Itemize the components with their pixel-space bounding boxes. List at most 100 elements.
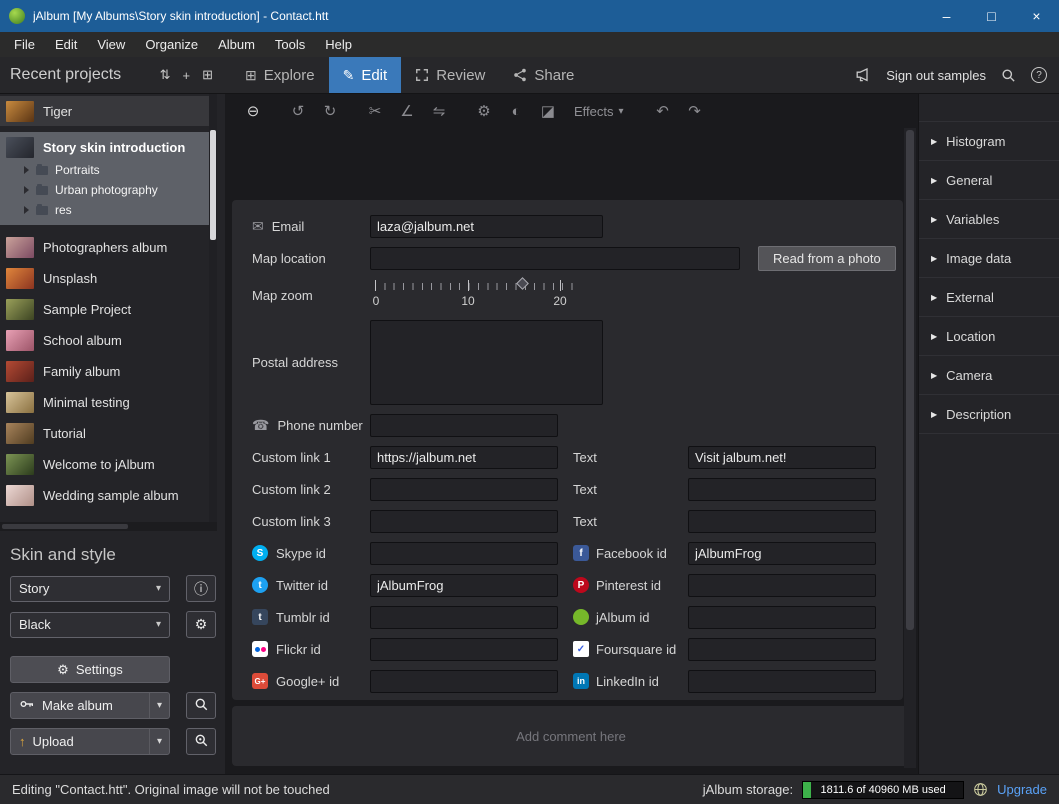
googleplus-input[interactable] [370,670,558,693]
upload-dropdown-caret[interactable] [149,729,169,754]
panel-image-data[interactable]: ▶ Image data [919,239,1059,278]
jalbum-input[interactable] [688,606,876,629]
folder-item-urban-photography[interactable]: Urban photography [0,180,217,200]
rotate-left-icon[interactable]: ↺ [282,102,314,120]
menu-view[interactable]: View [87,34,135,55]
custom-link-1-url-input[interactable] [370,446,558,469]
announcements-icon[interactable] [855,67,871,83]
settings-button[interactable]: ⚙ Settings [10,656,170,683]
scrollbar-thumb[interactable] [906,130,914,630]
globe-icon[interactable] [973,782,988,797]
phone-input[interactable] [370,414,558,437]
minimize-button[interactable]: – [924,0,969,32]
map-location-input[interactable] [370,247,740,270]
project-item-story-skin-introduction[interactable]: Story skin introduction [0,134,217,160]
redo-icon[interactable]: ↷ [679,102,711,120]
project-item-school-album[interactable]: School album [0,325,217,356]
skin-select[interactable]: Story [10,576,170,602]
panel-variables[interactable]: ▶ Variables [919,200,1059,239]
preview-button[interactable] [186,692,216,719]
tab-explore[interactable]: ⊞ Explore [231,57,329,93]
main-scrollbar[interactable] [904,128,916,768]
add-project-icon[interactable]: + [183,68,191,83]
upload-button[interactable]: ↑ Upload [10,728,170,755]
live-preview-button[interactable] [186,728,216,755]
auto-adjust-icon[interactable]: ⚙ [468,102,500,120]
upgrade-link[interactable]: Upgrade [997,782,1047,797]
map-zoom-slider[interactable]: 0 10 20 [370,278,600,312]
skype-input[interactable] [370,542,558,565]
close-button[interactable]: × [1014,0,1059,32]
project-item-family-album[interactable]: Family album [0,356,217,387]
project-item-photographers-album[interactable]: Photographers album [0,232,217,263]
effects-dropdown[interactable]: Effects [574,104,624,119]
folder-item-portraits[interactable]: Portraits [0,160,217,180]
crop-icon[interactable]: ✂ [359,102,391,120]
linkedin-input[interactable] [688,670,876,693]
facebook-input[interactable] [688,542,876,565]
scrollbar-thumb[interactable] [210,130,216,240]
zoom-out-icon[interactable]: ⊖ [237,102,269,120]
panel-description[interactable]: ▶ Description [919,395,1059,434]
project-item-tiger[interactable]: Tiger [0,96,217,126]
grid-view-icon[interactable]: ⊞ [202,67,213,83]
panel-general[interactable]: ▶ General [919,161,1059,200]
project-item-sample-project[interactable]: Sample Project [0,294,217,325]
make-album-button[interactable]: Make album [10,692,170,719]
folder-item-res[interactable]: res [0,200,217,220]
rotate-right-icon[interactable]: ↻ [314,102,346,120]
project-item-wedding-sample-album[interactable]: Wedding sample album [0,480,217,511]
custom-link-3-text-input[interactable] [688,510,876,533]
expander-icon[interactable] [24,186,29,194]
expander-icon[interactable] [24,166,29,174]
project-list-horizontal-scrollbar[interactable] [0,522,217,531]
menu-tools[interactable]: Tools [265,34,315,55]
sign-out-button[interactable]: Sign out samples [886,68,986,83]
tab-share[interactable]: Share [499,57,588,93]
panel-external[interactable]: ▶ External [919,278,1059,317]
menu-album[interactable]: Album [208,34,265,55]
custom-link-1-text-input[interactable] [688,446,876,469]
project-list-scrollbar[interactable] [209,94,217,522]
undo-icon[interactable]: ↶ [647,102,679,120]
read-from-photo-button[interactable]: Read from a photo [758,246,896,271]
style-settings-button[interactable]: ⚙ [186,611,216,638]
sort-icon[interactable]: ⇅ [160,67,171,83]
straighten-icon[interactable]: ∠ [391,102,423,120]
panel-camera[interactable]: ▶ Camera [919,356,1059,395]
menu-help[interactable]: Help [315,34,362,55]
help-icon[interactable]: ? [1031,67,1047,83]
comment-input[interactable]: Add comment here [232,706,910,766]
custom-link-2-text-input[interactable] [688,478,876,501]
tumblr-input[interactable] [370,606,558,629]
expander-icon[interactable] [24,206,29,214]
email-input[interactable] [370,215,603,238]
custom-link-3-url-input[interactable] [370,510,558,533]
foursquare-input[interactable] [688,638,876,661]
project-item-unsplash[interactable]: Unsplash [0,263,217,294]
flickr-input[interactable] [370,638,558,661]
twitter-input[interactable] [370,574,558,597]
menu-edit[interactable]: Edit [45,34,87,55]
project-item-welcome-to-jalbum[interactable]: Welcome to jAlbum [0,449,217,480]
tab-review[interactable]: Review [401,57,499,93]
style-select[interactable]: Black [10,612,170,638]
skin-info-button[interactable]: ⓘ [186,575,216,602]
postal-address-input[interactable] [370,320,603,405]
flip-horizontal-icon[interactable]: ⇋ [423,102,455,120]
tab-edit[interactable]: ✎ Edit [329,57,402,93]
panel-location[interactable]: ▶ Location [919,317,1059,356]
project-item-tutorial[interactable]: Tutorial [0,418,217,449]
scrollbar-thumb[interactable] [2,524,128,529]
contrast-icon[interactable]: ◐ [500,103,532,120]
menu-file[interactable]: File [4,34,45,55]
custom-link-2-url-input[interactable] [370,478,558,501]
pinterest-input[interactable] [688,574,876,597]
maximize-button[interactable]: □ [969,0,1014,32]
search-icon[interactable] [1001,68,1016,83]
menu-organize[interactable]: Organize [135,34,208,55]
project-item-minimal-testing[interactable]: Minimal testing [0,387,217,418]
levels-icon[interactable]: ◪ [532,102,564,120]
make-album-dropdown-caret[interactable] [149,693,169,718]
panel-histogram[interactable]: ▶ Histogram [919,122,1059,161]
